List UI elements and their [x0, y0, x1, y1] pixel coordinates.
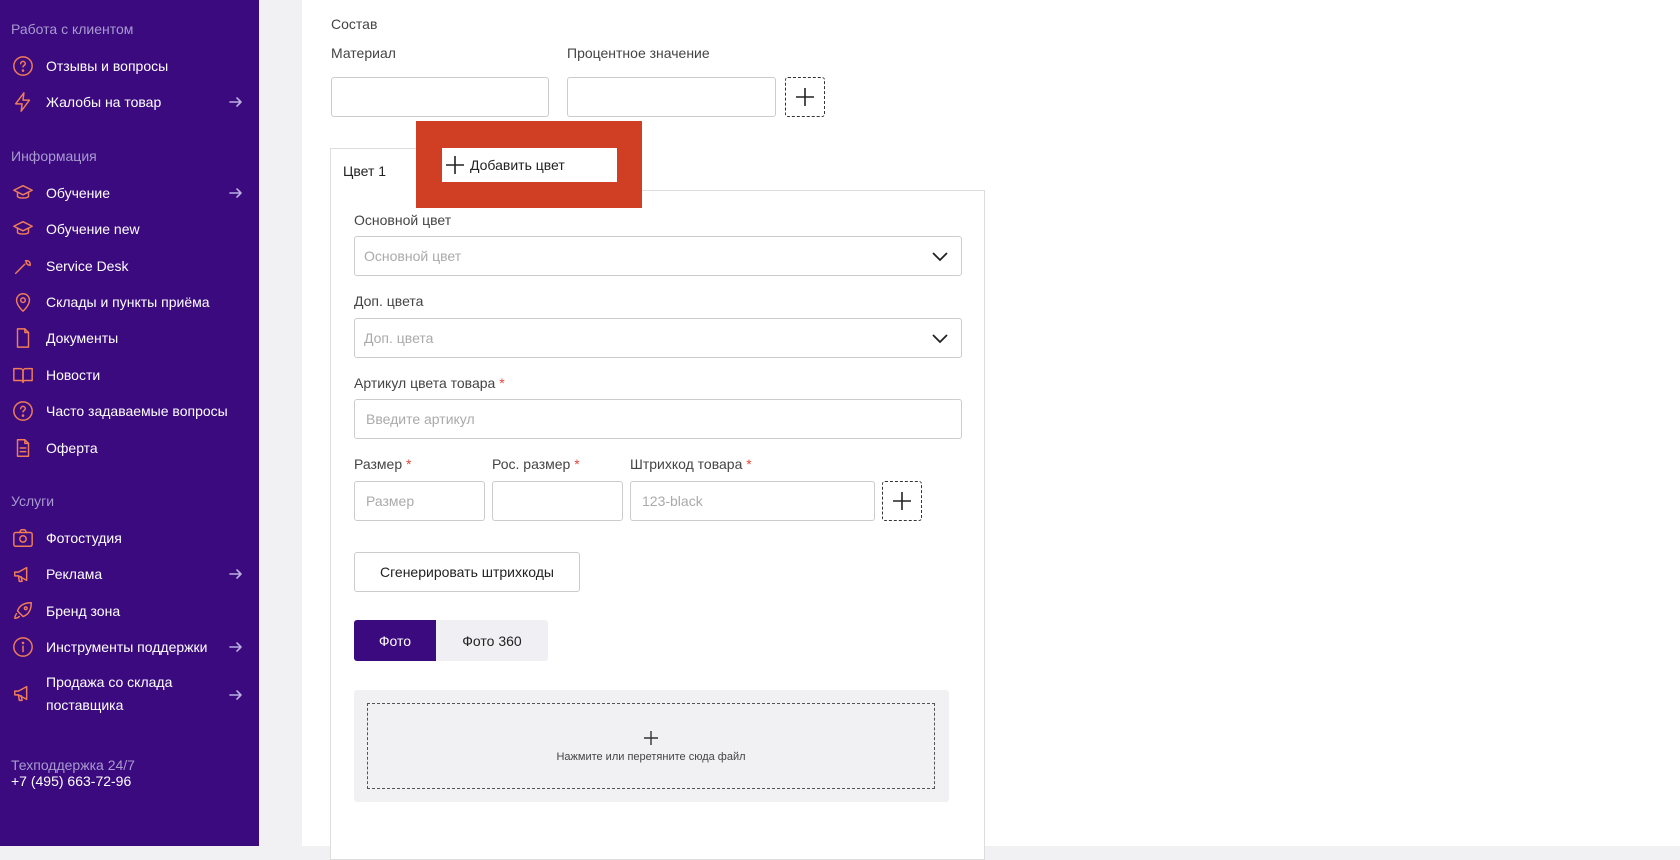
- sidebar-section-title: Работа с клиентом: [11, 21, 134, 37]
- extra-colors-select[interactable]: Доп. цвета: [354, 318, 962, 358]
- tab-photo[interactable]: Фото: [354, 620, 436, 661]
- rocket-icon: [11, 599, 35, 623]
- barcode-label-text: Штрихкод товара: [630, 456, 743, 472]
- composition-title: Состав: [331, 16, 378, 32]
- article-label: Артикул цвета товара *: [354, 375, 505, 391]
- add-color-label: Добавить цвет: [470, 157, 565, 173]
- sidebar-item-learning-new[interactable]: Обучение new: [11, 215, 248, 243]
- sidebar-item-label: Документы: [46, 330, 119, 346]
- sidebar-item-news[interactable]: Новости: [11, 361, 248, 389]
- sidebar-item-label: Service Desk: [46, 258, 129, 274]
- article-input[interactable]: Введите артикул: [354, 399, 962, 439]
- book-icon: [11, 363, 35, 387]
- document-icon: [11, 326, 35, 350]
- article-label-text: Артикул цвета товара: [354, 375, 496, 391]
- extra-colors-placeholder: Доп. цвета: [364, 330, 434, 346]
- ru-size-label-text: Рос. размер: [492, 456, 571, 472]
- material-input[interactable]: [331, 77, 549, 117]
- percent-input[interactable]: [567, 77, 776, 117]
- sidebar-item-photostudio[interactable]: Фотостудия: [11, 524, 248, 552]
- question-circle-icon: [11, 399, 35, 423]
- add-material-button[interactable]: [785, 77, 825, 117]
- arrow-right-icon: [228, 639, 244, 655]
- sidebar-item-warehouses[interactable]: Склады и пункты приёма: [11, 288, 248, 316]
- sidebar-item-label: Склады и пункты приёма: [46, 294, 210, 310]
- sidebar-item-label: Оферта: [46, 440, 98, 456]
- main-color-label: Основной цвет: [354, 212, 452, 228]
- material-label: Материал: [331, 45, 396, 61]
- percent-label: Процентное значение: [567, 45, 710, 61]
- sidebar-item-label: Жалобы на товар: [46, 94, 162, 110]
- megaphone-icon: [11, 562, 35, 586]
- sidebar-item-brand-zone[interactable]: Бренд зона: [11, 597, 248, 625]
- required-mark: *: [574, 456, 580, 472]
- graduation-cap-icon: [11, 181, 35, 205]
- size-label-text: Размер: [354, 456, 403, 472]
- plus-icon: [446, 156, 464, 174]
- size-input[interactable]: Размер: [354, 481, 485, 521]
- required-mark: *: [406, 456, 412, 472]
- info-circle-icon: [11, 635, 35, 659]
- sidebar-item-reviews[interactable]: Отзывы и вопросы: [11, 52, 248, 80]
- barcode-label: Штрихкод товара *: [630, 456, 752, 472]
- sidebar-item-label: Инструменты поддержки: [46, 639, 208, 655]
- support-phone[interactable]: +7 (495) 663-72-96: [11, 773, 131, 789]
- add-color-button[interactable]: Добавить цвет: [442, 148, 617, 182]
- megaphone-icon: [11, 681, 35, 705]
- file-dropzone[interactable]: Нажмите или перетяните сюда файл: [367, 703, 935, 789]
- sidebar-item-complaints[interactable]: Жалобы на товар: [11, 88, 248, 116]
- dropzone-container: Нажмите или перетяните сюда файл: [354, 690, 949, 802]
- sidebar-item-label: Отзывы и вопросы: [46, 58, 169, 74]
- sidebar-item-label: Продажа со склада поставщика: [46, 674, 173, 713]
- graduation-cap-icon: [11, 217, 35, 241]
- plus-icon: [893, 492, 911, 510]
- sidebar-item-label: Часто задаваемые вопросы: [46, 403, 228, 419]
- sidebar-item-label: Фотостудия: [46, 530, 122, 546]
- chevron-down-icon: [931, 247, 949, 265]
- dropzone-text: Нажмите или перетяните сюда файл: [556, 751, 746, 763]
- barcode-input[interactable]: 123-black: [630, 481, 875, 521]
- sidebar-item-label: Реклама: [46, 566, 103, 582]
- size-label: Размер *: [354, 456, 411, 472]
- lightning-icon: [11, 90, 35, 114]
- required-mark: *: [499, 375, 505, 391]
- question-circle-icon: [11, 54, 35, 78]
- sidebar-item-ads[interactable]: Реклама: [11, 560, 248, 588]
- sidebar-section-title: Услуги: [11, 493, 55, 509]
- ru-size-label: Рос. размер *: [492, 456, 580, 472]
- arrow-right-icon: [228, 687, 244, 703]
- file-text-icon: [11, 436, 35, 460]
- arrow-right-icon: [228, 566, 244, 582]
- sidebar-item-documents[interactable]: Документы: [11, 324, 248, 352]
- main-color-select[interactable]: Основной цвет: [354, 236, 962, 276]
- sidebar-item-offer[interactable]: Оферта: [11, 434, 248, 462]
- main-color-placeholder: Основной цвет: [364, 248, 462, 264]
- plus-icon: [796, 88, 814, 106]
- add-size-button[interactable]: [882, 481, 922, 521]
- sidebar-item-faq[interactable]: Часто задаваемые вопросы: [11, 397, 248, 425]
- sidebar-item-support-tools[interactable]: Инструменты поддержки: [11, 633, 248, 661]
- camera-icon: [11, 526, 35, 550]
- support-label: Техподдержка 24/7: [11, 757, 135, 773]
- extra-colors-label: Доп. цвета: [354, 293, 424, 309]
- arrow-right-icon: [228, 94, 244, 110]
- sidebar-item-label: Обучение new: [46, 221, 140, 237]
- plus-icon: [644, 731, 658, 745]
- generate-barcodes-button[interactable]: Сгенерировать штрихкоды: [354, 552, 580, 592]
- sidebar-item-supplier-sales[interactable]: Продажа со склада поставщика: [11, 671, 248, 719]
- sidebar-item-label: Бренд зона: [46, 603, 121, 619]
- sidebar-item-learning[interactable]: Обучение: [11, 179, 248, 207]
- chevron-down-icon: [931, 329, 949, 347]
- required-mark: *: [746, 456, 752, 472]
- tab-photo-360[interactable]: Фото 360: [436, 620, 548, 661]
- ru-size-input[interactable]: [492, 481, 623, 521]
- sidebar: Работа с клиентом Отзывы и вопросы Жалоб…: [0, 0, 259, 846]
- sidebar-item-service-desk[interactable]: Service Desk: [11, 252, 248, 280]
- sidebar-section-title: Информация: [11, 148, 97, 164]
- arrow-right-icon: [228, 185, 244, 201]
- sidebar-item-label: Обучение: [46, 185, 111, 201]
- map-pin-icon: [11, 290, 35, 314]
- wrench-icon: [11, 254, 35, 278]
- sidebar-item-label: Новости: [46, 367, 101, 383]
